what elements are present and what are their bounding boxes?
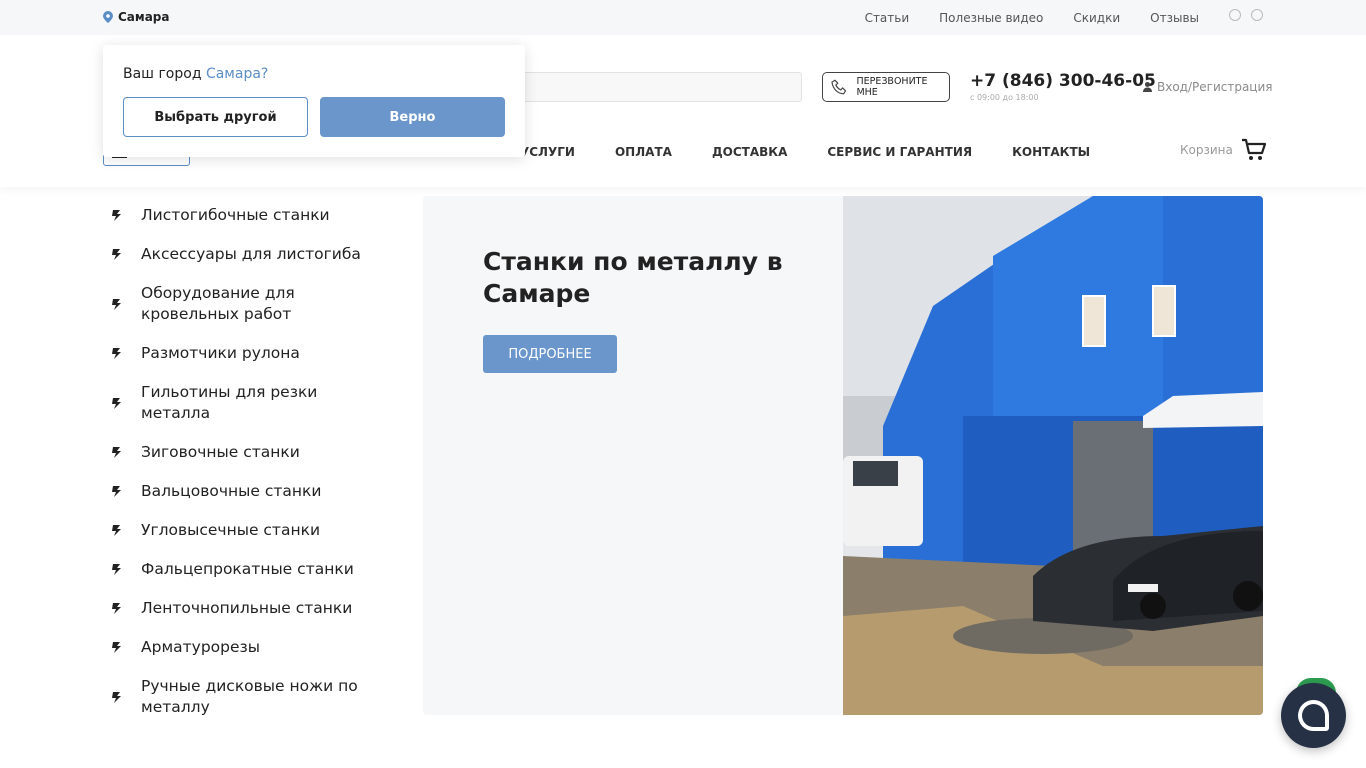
tool-icon	[112, 691, 121, 703]
chat-icon	[1298, 700, 1329, 731]
user-icon	[1143, 82, 1152, 92]
catalog-item[interactable]: Размотчики рулона	[110, 334, 370, 373]
phone-icon	[831, 79, 847, 95]
city-question-name: Самара?	[205, 66, 269, 82]
callback-label: ПЕРЕЗВОНИТЕ МНЕ	[856, 76, 928, 98]
top-nav: Статьи Полезные видео Скидки Отзывы	[865, 11, 1199, 25]
nav-payment[interactable]: ОПЛАТА	[615, 145, 672, 159]
confirm-city-button[interactable]: Верно	[320, 97, 505, 137]
hero-title: Станки по металлу в Самаре	[483, 247, 783, 308]
city-selector[interactable]: Самара	[103, 10, 170, 24]
catalog-item[interactable]: Листогибочные станки	[110, 196, 370, 235]
catalog-item[interactable]: Арматурорезы	[110, 628, 370, 667]
catalog-item-label: Гильотины для резки металла	[141, 383, 318, 422]
catalog-item-label: Фальцепрокатные станки	[141, 560, 354, 578]
tool-icon	[112, 564, 121, 575]
catalog-item-label: Аксессуары для листогиба	[141, 245, 361, 263]
tool-icon	[112, 525, 121, 536]
catalog-item-label: Арматурорезы	[141, 638, 261, 656]
catalog-item-label: Листогибочные станки	[141, 206, 330, 224]
nav-discounts[interactable]: Скидки	[1073, 11, 1120, 25]
tool-icon	[112, 486, 121, 497]
catalog-item-label: Ленточнопильные станки	[141, 599, 353, 617]
work-hours: с 09:00 до 18:00	[970, 93, 1039, 102]
catalog-item-label: Ручные дисковые ножи по металлу	[141, 677, 358, 716]
catalog-item[interactable]: Ручные дисковые ножи по металлу	[110, 667, 370, 727]
catalog-item[interactable]: Ленточнопильные станки	[110, 589, 370, 628]
nav-services[interactable]: УСЛУГИ	[520, 145, 575, 159]
catalog-item[interactable]: Зиговочные станки	[110, 433, 370, 472]
choose-other-city-button[interactable]: Выбрать другой	[123, 97, 308, 137]
catalog-item-label: Вальцовочные станки	[141, 482, 322, 500]
nav-articles[interactable]: Статьи	[865, 11, 910, 25]
tool-icon	[112, 249, 121, 260]
catalog-item-label: Размотчики рулона	[141, 344, 300, 362]
nav-videos[interactable]: Полезные видео	[939, 11, 1043, 25]
catalog-item[interactable]: Аксессуары для листогиба	[110, 235, 370, 274]
tool-icon	[112, 397, 121, 409]
main-nav: УСЛУГИ ОПЛАТА ДОСТАВКА СЕРВИС И ГАРАНТИЯ…	[520, 145, 1090, 159]
social-links	[1229, 9, 1263, 21]
tool-icon	[112, 348, 121, 359]
catalog-item[interactable]: Фальцепрокатные станки	[110, 550, 370, 589]
catalog-item[interactable]: Гильотины для резки металла	[110, 373, 370, 433]
nav-delivery[interactable]: ДОСТАВКА	[712, 145, 787, 159]
city-question: Ваш город Самара?	[123, 66, 268, 82]
catalog-item-label: Зиговочные станки	[141, 443, 300, 461]
catalog-item[interactable]: Оборудование для кровельных работ	[110, 274, 370, 334]
nav-reviews[interactable]: Отзывы	[1150, 11, 1199, 25]
nav-contacts[interactable]: КОНТАКТЫ	[1012, 145, 1090, 159]
chat-button[interactable]	[1281, 683, 1346, 748]
tool-icon	[112, 298, 121, 310]
login-link[interactable]: Вход/Регистрация	[1143, 80, 1272, 94]
location-pin-icon	[103, 11, 113, 23]
cart-icon	[1241, 138, 1266, 160]
tool-icon	[112, 447, 121, 458]
top-bar: Самара Статьи Полезные видео Скидки Отзы…	[0, 0, 1366, 35]
city-confirm-popup: Ваш город Самара? Выбрать другой Верно	[103, 45, 525, 157]
city-label: Самара	[118, 10, 170, 24]
catalog-item[interactable]: Вальцовочные станки	[110, 472, 370, 511]
phone-number[interactable]: +7 (846) 300-46-05	[970, 71, 1156, 91]
telegram-icon[interactable]	[1229, 9, 1241, 21]
cart-label: Корзина	[1180, 143, 1233, 157]
nav-service-warranty[interactable]: СЕРВИС И ГАРАНТИЯ	[827, 145, 972, 159]
search-input[interactable]	[480, 72, 802, 102]
catalog-item-label: Угловысечные станки	[141, 521, 321, 539]
tool-icon	[112, 210, 121, 221]
tool-icon	[112, 642, 121, 653]
login-label: Вход/Регистрация	[1157, 80, 1273, 94]
cart-button[interactable]: Корзина	[1180, 138, 1267, 162]
warehouse-photo	[843, 196, 1263, 715]
whatsapp-icon[interactable]	[1251, 9, 1263, 21]
hero-banner: Станки по металлу в Самаре ПОДРОБНЕЕ	[423, 196, 1263, 715]
catalog-sidebar: Листогибочные станки Аксессуары для листо…	[110, 196, 370, 727]
tool-icon	[112, 603, 121, 614]
hero-more-button[interactable]: ПОДРОБНЕЕ	[483, 335, 617, 373]
catalog-item-label: Оборудование для кровельных работ	[141, 284, 295, 323]
city-question-text: Ваш город	[123, 66, 202, 82]
callback-button[interactable]: ПЕРЕЗВОНИТЕ МНЕ	[822, 72, 950, 102]
catalog-item[interactable]: Угловысечные станки	[110, 511, 370, 550]
